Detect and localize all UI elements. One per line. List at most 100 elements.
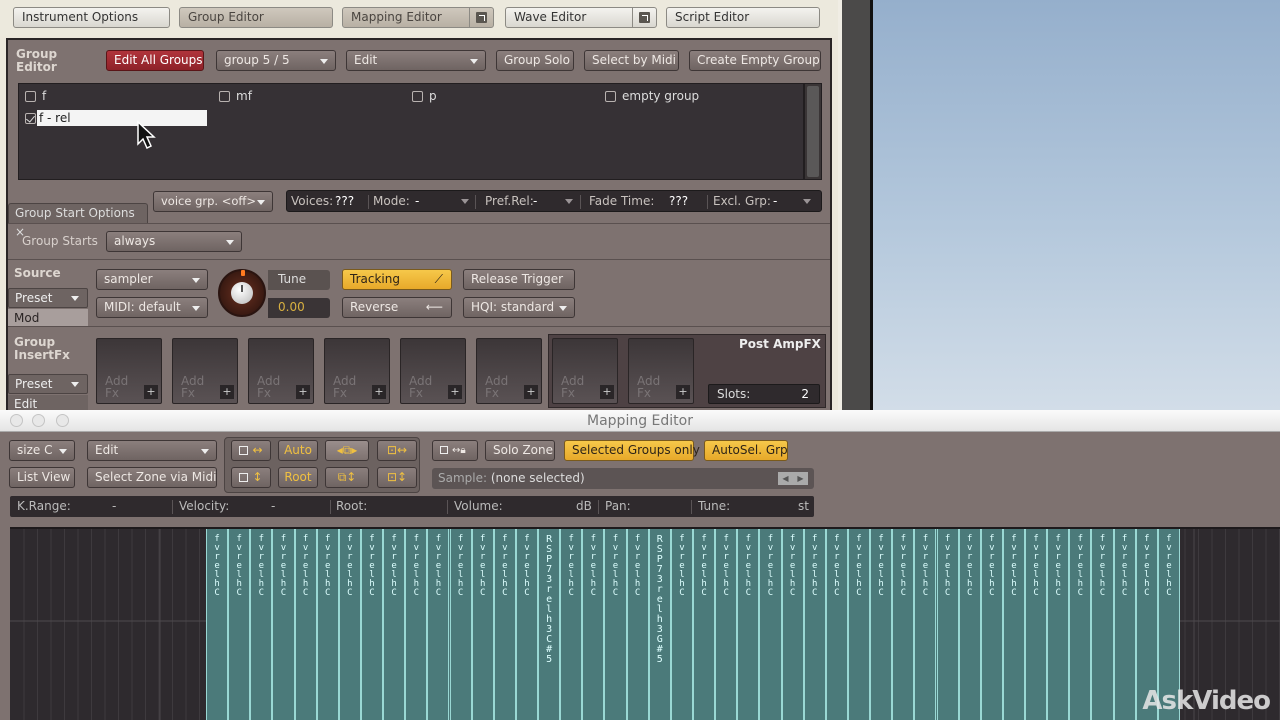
mapping-zone[interactable]: fvrelhC xyxy=(449,529,472,720)
mapping-zone[interactable]: fvrelhC xyxy=(825,529,848,720)
detach-window-icon[interactable] xyxy=(469,8,493,27)
add-fx-slot[interactable]: Add Fx + xyxy=(248,338,314,404)
checkbox[interactable] xyxy=(25,90,36,102)
group-item-p[interactable]: p xyxy=(412,89,437,103)
source-preset-dropdown[interactable]: Preset xyxy=(8,288,88,308)
plus-icon[interactable]: + xyxy=(220,385,234,399)
group-item-f[interactable]: f xyxy=(25,89,46,103)
reverse-button[interactable]: Reverse ⟵ xyxy=(342,297,452,318)
fit-horizontal-button[interactable]: ⊡↔ xyxy=(377,440,417,461)
plus-icon[interactable]: + xyxy=(448,385,462,399)
window-close-button[interactable] xyxy=(10,414,23,427)
lock-zone-button[interactable]: ↔🔒︎ xyxy=(432,440,478,461)
mapping-zone[interactable]: fvrelhC xyxy=(471,529,494,720)
sampler-dropdown[interactable]: sampler xyxy=(96,269,208,290)
mapping-zone[interactable]: fvrelhC xyxy=(936,529,959,720)
mapping-zone[interactable]: fvrelhC xyxy=(604,529,627,720)
mapping-zone[interactable]: fvrelhC xyxy=(1091,529,1114,720)
tab-instrument-options[interactable]: Instrument Options xyxy=(13,7,170,28)
mapping-zone[interactable]: fvrelhC xyxy=(228,529,251,720)
window-zoom-button[interactable] xyxy=(56,414,69,427)
mapping-grid[interactable]: fvrelhCfvrelhCfvrelhCfvrelhCfvrelhCfvrel… xyxy=(10,527,1280,720)
detach-window-icon[interactable] xyxy=(632,8,656,27)
group-item-empty-group[interactable]: empty group xyxy=(605,89,699,103)
edit-menu-dropdown[interactable]: Edit xyxy=(346,50,486,71)
mapping-zone[interactable]: fvrelhC xyxy=(1113,529,1136,720)
group-item-mf[interactable]: mf xyxy=(219,89,252,103)
mapping-zone[interactable]: fvrelhC xyxy=(980,529,1003,720)
mapping-zone[interactable]: fvrelhC xyxy=(870,529,893,720)
source-mod-tab[interactable]: Mod xyxy=(8,309,88,327)
mapping-zone[interactable]: fvrelhC xyxy=(515,529,539,720)
mapping-zone[interactable]: fvrelhC xyxy=(914,529,937,720)
plus-icon[interactable]: + xyxy=(524,385,538,399)
checkbox[interactable] xyxy=(412,90,423,102)
mapping-zone[interactable]: fvrelhC xyxy=(560,529,583,720)
tune-knob[interactable] xyxy=(218,269,266,317)
auto-button[interactable]: Auto xyxy=(278,440,318,461)
excl-grp-value[interactable]: - xyxy=(773,191,777,211)
mapping-zone[interactable]: fvrelhC xyxy=(759,529,782,720)
plus-icon[interactable]: + xyxy=(600,385,614,399)
add-fx-slot[interactable]: Add Fx + xyxy=(96,338,162,404)
krange-value[interactable]: - xyxy=(112,496,116,517)
plus-icon[interactable]: + xyxy=(676,385,690,399)
move-zone-vertical-button[interactable]: ⧉↕ xyxy=(325,467,369,488)
group-selector-dropdown[interactable]: group 5 / 5 xyxy=(216,50,336,71)
mapping-zone[interactable]: fvrelhC xyxy=(316,529,339,720)
mapping-zone[interactable]: fvrelhC xyxy=(1069,529,1092,720)
mapping-zone[interactable]: fvrelhC xyxy=(294,529,317,720)
fade-time-value[interactable]: ??? xyxy=(669,191,688,211)
create-empty-group-button[interactable]: Create Empty Group xyxy=(689,50,821,71)
list-view-button[interactable]: List View xyxy=(9,467,75,488)
midi-dropdown[interactable]: MIDI: default xyxy=(96,297,208,318)
root-button[interactable]: Root xyxy=(278,467,318,488)
add-fx-slot[interactable]: Add Fx + xyxy=(628,338,694,404)
mapping-zone[interactable]: fvrelhC xyxy=(272,529,295,720)
checkbox[interactable] xyxy=(605,90,616,102)
group-solo-button[interactable]: Group Solo xyxy=(496,50,574,71)
mapping-zone[interactable]: fvrelhC xyxy=(405,529,428,720)
select-zone-via-midi-button[interactable]: Select Zone via Midi xyxy=(87,467,217,488)
pref-rel-value[interactable]: - xyxy=(533,191,537,211)
mapping-zone[interactable]: fvrelhC xyxy=(693,529,716,720)
plus-icon[interactable]: + xyxy=(372,385,386,399)
mapping-zone[interactable]: fvrelhC xyxy=(1047,529,1070,720)
mapping-zone[interactable]: fvrelhC xyxy=(670,529,693,720)
mapping-zone[interactable]: R S P 7 3 r e l h 3 C #5 xyxy=(538,529,561,720)
tab-group-editor[interactable]: Group Editor xyxy=(179,7,333,28)
move-zone-horizontal-button[interactable]: ◂⧉▸ xyxy=(325,440,369,461)
mapping-zone[interactable]: R S P 7 3 r e l h 3 G #5 xyxy=(648,529,671,720)
add-fx-slot[interactable]: Add Fx + xyxy=(476,338,542,404)
edit-all-groups-button[interactable]: Edit All Groups xyxy=(106,50,204,71)
slots-value[interactable]: 2 xyxy=(801,385,809,403)
mapping-zone[interactable]: fvrelhC xyxy=(847,529,871,720)
group-item-f-rel[interactable]: f - rel xyxy=(25,110,207,126)
tab-script-editor[interactable]: Script Editor xyxy=(666,7,820,28)
window-minimize-button[interactable] xyxy=(32,414,45,427)
mapping-zone[interactable]: fvrelhC xyxy=(1025,529,1048,720)
tab-wave-editor[interactable]: Wave Editor xyxy=(505,7,657,28)
group-start-options-tab[interactable]: Group Start Options × xyxy=(8,203,148,239)
mapping-zone[interactable]: fvrelhC xyxy=(338,529,361,720)
hqi-dropdown[interactable]: HQI: standard xyxy=(463,297,575,318)
tracking-button[interactable]: Tracking ⟋ xyxy=(342,269,452,290)
autosel-grp-button[interactable]: AutoSel. Grp xyxy=(704,440,788,461)
checkbox[interactable] xyxy=(219,90,230,102)
tab-mapping-editor[interactable]: Mapping Editor xyxy=(342,7,494,28)
sample-nav-arrows[interactable]: ◀ ▶ xyxy=(778,472,808,485)
size-dropdown[interactable]: size C xyxy=(9,440,75,461)
fit-vertical-button[interactable]: ⊡↕ xyxy=(377,467,417,488)
mapping-zone[interactable]: fvrelhC xyxy=(206,529,229,720)
select-by-midi-button[interactable]: Select by Midi xyxy=(584,50,679,71)
mapping-zone[interactable]: fvrelhC xyxy=(250,529,273,720)
voices-value[interactable]: ??? xyxy=(335,191,354,211)
add-fx-slot[interactable]: Add Fx + xyxy=(400,338,466,404)
group-name-edit-field[interactable]: f - rel xyxy=(37,110,207,126)
checkbox-checked[interactable] xyxy=(25,112,36,124)
selected-groups-only-button[interactable]: Selected Groups only xyxy=(564,440,700,461)
mapping-edit-dropdown[interactable]: Edit xyxy=(87,440,217,461)
mapping-zone[interactable]: fvrelhC xyxy=(582,529,605,720)
mapping-zone[interactable]: fvrelhC xyxy=(958,529,981,720)
solo-zone-button[interactable]: Solo Zone xyxy=(485,440,555,461)
